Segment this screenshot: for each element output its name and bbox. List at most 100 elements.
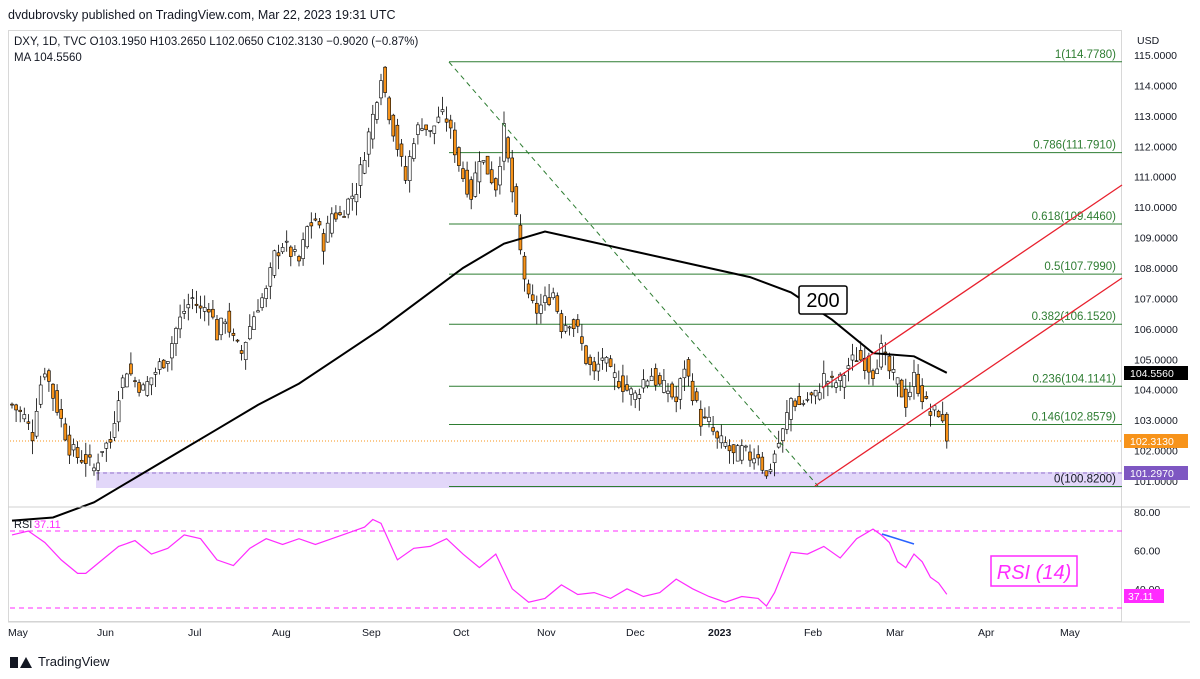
candle-down bbox=[653, 368, 658, 386]
candle-down bbox=[559, 313, 564, 333]
candle-down bbox=[616, 381, 621, 388]
zone-value-text: 101.2970 bbox=[1130, 468, 1174, 480]
tradingview-logo-icon bbox=[10, 655, 32, 669]
candle-up bbox=[633, 392, 638, 400]
candle-down bbox=[297, 256, 301, 262]
month-tick-label: 2023 bbox=[708, 627, 732, 639]
rsi-tick-label: 80.00 bbox=[1134, 507, 1160, 519]
candle-up bbox=[71, 444, 76, 451]
candle-down bbox=[198, 305, 203, 309]
candle-down bbox=[674, 396, 679, 403]
candle-up bbox=[502, 123, 506, 162]
candle-up bbox=[875, 368, 879, 374]
price-chart-svg[interactable]: 1(114.7780)0.786(111.7910)0.618(109.4460… bbox=[0, 0, 1200, 679]
candle-down bbox=[239, 350, 244, 354]
candle-up bbox=[780, 428, 785, 441]
candle-down bbox=[920, 385, 925, 403]
candle-up bbox=[100, 451, 104, 453]
candle-down bbox=[748, 451, 752, 461]
candle-down bbox=[10, 403, 14, 406]
candle-up bbox=[186, 304, 191, 309]
candle-up bbox=[268, 267, 273, 287]
support-zone[interactable] bbox=[96, 472, 1122, 488]
candle-down bbox=[575, 319, 580, 327]
candle-down bbox=[580, 336, 584, 344]
candle-up bbox=[284, 240, 289, 243]
candle-down bbox=[899, 379, 904, 398]
time-axis[interactable]: May Jun Jul Aug Sep Oct Nov Dec 2023 Feb Mar Apr May bbox=[8, 627, 1081, 639]
candle-down bbox=[711, 427, 715, 432]
candle-down bbox=[334, 212, 338, 220]
candle-down bbox=[383, 66, 387, 93]
candle-up bbox=[891, 369, 896, 373]
month-tick-label: Aug bbox=[272, 627, 291, 639]
candle-up bbox=[145, 381, 150, 396]
candle-up bbox=[248, 326, 252, 340]
candle-up bbox=[477, 161, 482, 183]
fib-level-label: 1(114.7780) bbox=[1055, 49, 1116, 61]
candle-up bbox=[846, 365, 851, 369]
candle-up bbox=[596, 363, 601, 372]
candle-up bbox=[895, 377, 900, 385]
month-tick-label: Dec bbox=[626, 627, 645, 639]
candle-up bbox=[801, 402, 806, 405]
candle-up bbox=[637, 394, 642, 399]
candle-up bbox=[243, 342, 248, 360]
candle-up bbox=[272, 250, 277, 276]
price-tick-label: 106.0000 bbox=[1134, 324, 1178, 336]
candle-down bbox=[493, 178, 498, 191]
candle-down bbox=[387, 97, 392, 121]
candle-down bbox=[399, 143, 404, 157]
candle-up bbox=[744, 445, 748, 448]
candle-down bbox=[727, 445, 732, 452]
candle-down bbox=[530, 294, 535, 301]
price-tick-label: 111.0000 bbox=[1134, 172, 1176, 184]
candle-down bbox=[276, 252, 281, 257]
candle-down bbox=[207, 309, 211, 313]
candle-up bbox=[752, 458, 756, 464]
candle-up bbox=[776, 443, 781, 448]
month-tick-label: Apr bbox=[978, 627, 995, 639]
candle-down bbox=[79, 459, 84, 463]
candle-down bbox=[309, 222, 314, 227]
candle-up bbox=[329, 213, 334, 234]
candle-up bbox=[719, 435, 724, 444]
rsi-axis[interactable]: 80.0060.0040.00 bbox=[1134, 507, 1160, 596]
ma-period-callout[interactable]: 200 bbox=[798, 285, 848, 315]
candle-down bbox=[703, 416, 707, 419]
candle-up bbox=[370, 113, 375, 140]
footer-brand-text: TradingView bbox=[38, 654, 110, 669]
candle-up bbox=[678, 378, 683, 400]
rsi-line[interactable] bbox=[11, 518, 948, 608]
candle-up bbox=[149, 377, 154, 386]
rsi-title-box[interactable]: RSI (14) bbox=[990, 555, 1078, 587]
candle-up bbox=[104, 442, 109, 449]
candle-up bbox=[850, 354, 855, 361]
candle-down bbox=[485, 155, 490, 175]
candle-up bbox=[428, 130, 433, 132]
candle-up bbox=[785, 412, 789, 430]
price-axis[interactable]: 115.0000 114.0000 113.0000 112.0000 111.0000… bbox=[1134, 50, 1178, 488]
price-tick-label: 114.0000 bbox=[1134, 80, 1177, 92]
fib-level-label: 0.786(111.7910) bbox=[1033, 140, 1116, 152]
currency-label: USD bbox=[1137, 35, 1160, 47]
candle-down bbox=[55, 390, 59, 413]
candle-down bbox=[227, 310, 232, 333]
candle-up bbox=[256, 310, 260, 313]
month-tick-label: Jun bbox=[97, 627, 114, 639]
candle-down bbox=[793, 400, 797, 407]
candle-up bbox=[739, 445, 744, 461]
rsi-divergence-line[interactable] bbox=[881, 533, 915, 545]
candle-up bbox=[789, 398, 793, 420]
price-tick-label: 103.0000 bbox=[1134, 415, 1178, 427]
candle-up bbox=[436, 116, 441, 123]
candle-up bbox=[723, 442, 728, 447]
footer-brand[interactable]: TradingView bbox=[10, 654, 110, 669]
candlestick-series[interactable] bbox=[10, 65, 949, 481]
channel-upper-line[interactable] bbox=[821, 184, 1123, 389]
candle-down bbox=[108, 439, 113, 443]
candle-up bbox=[543, 295, 547, 303]
candle-down bbox=[395, 124, 400, 150]
candle-up bbox=[420, 128, 424, 131]
candle-down bbox=[526, 283, 531, 295]
